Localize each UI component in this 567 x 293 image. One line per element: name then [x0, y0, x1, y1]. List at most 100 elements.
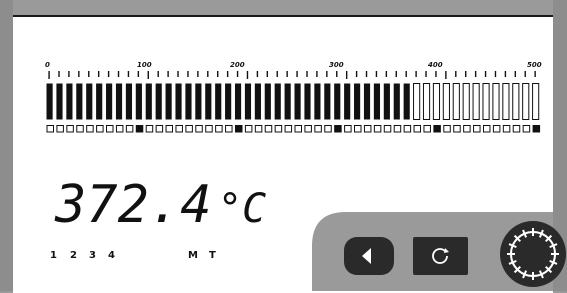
indicator-square: [373, 125, 382, 133]
bar-segment-empty: [502, 83, 510, 120]
back-button[interactable]: [344, 237, 394, 275]
scale-tick: [494, 71, 497, 77]
temperature-reading: 372.4: [54, 175, 212, 235]
bar-segment-filled: [165, 83, 172, 120]
indicator-square: [125, 125, 134, 133]
scale-tick: [326, 71, 328, 77]
bar-segment-empty: [452, 83, 460, 120]
scale-tick: [48, 71, 50, 79]
indicator-square: [473, 125, 481, 133]
bar-segment-filled: [175, 83, 182, 120]
indicator-square: [205, 125, 213, 133]
bar-segment-empty: [522, 83, 530, 120]
scale-tick: [246, 71, 249, 79]
channel-label-4: 4: [108, 250, 115, 261]
bar-segment-filled: [403, 83, 410, 120]
scale-tick: [474, 71, 477, 77]
scale-tick: [534, 71, 536, 77]
indicator-square: [522, 125, 531, 133]
scale-tick: [177, 71, 179, 77]
bar-segment-filled: [324, 83, 331, 120]
refresh-button[interactable]: [413, 237, 468, 275]
scale-tick: [286, 71, 288, 77]
indicator-square: [86, 125, 94, 133]
bar-segment-filled: [334, 83, 341, 120]
scale-tick: [217, 71, 219, 77]
indicator-square: [354, 125, 362, 133]
bar-segment-filled: [215, 83, 222, 120]
scale-tick: [167, 71, 169, 77]
scale-label-100: 100: [137, 61, 152, 69]
indicator-square: [383, 125, 392, 133]
channel-label-3: 3: [89, 250, 96, 261]
bar-segment-empty: [442, 83, 450, 120]
bar-segment-filled: [86, 83, 93, 120]
channel-label-1: 1: [50, 250, 57, 261]
bar-segment-filled: [125, 83, 133, 120]
bar-segment-empty: [472, 83, 480, 120]
bar-segment-empty: [482, 83, 490, 120]
bar-segment-empty: [462, 83, 470, 120]
bargraph: [46, 83, 540, 120]
bar-segment-filled: [155, 83, 162, 120]
scale-tick: [455, 71, 457, 77]
indicator-square: [195, 125, 203, 133]
indicator-square-marked: [234, 125, 243, 133]
indicator-square: [463, 125, 471, 133]
scale-label-200: 200: [230, 61, 245, 69]
scale-tick: [236, 71, 239, 77]
scale-tick: [524, 71, 526, 77]
scale-tick: [445, 71, 447, 79]
bar-segment-filled: [314, 83, 321, 120]
bar-segment-filled: [264, 83, 271, 120]
bar-segment-filled: [185, 83, 192, 120]
channel-label-m: M: [188, 250, 198, 261]
scale-tick: [345, 71, 348, 79]
scale-tick: [68, 71, 70, 77]
scale-tick: [276, 71, 278, 77]
scale-ticks: [48, 71, 536, 79]
scale-tick: [97, 71, 100, 77]
scale-tick: [117, 71, 120, 77]
bar-segment-filled: [145, 83, 152, 120]
scale-tick: [355, 71, 358, 77]
indicator-square: [403, 125, 412, 133]
indicator-square: [264, 125, 273, 133]
bar-segment-empty: [432, 83, 441, 120]
bar-segment-filled: [254, 83, 261, 120]
indicator-square: [46, 125, 54, 133]
scale-tick: [207, 71, 209, 77]
indicator-square: [215, 125, 223, 133]
scale-label-300: 300: [329, 61, 344, 69]
indicator-square-marked: [135, 125, 144, 133]
scale-tick: [256, 71, 259, 77]
bar-segment-filled: [96, 83, 103, 120]
scale-tick: [425, 71, 427, 77]
bar-segment-filled: [344, 83, 351, 120]
scale-tick: [514, 71, 517, 77]
scale-tick: [405, 71, 407, 77]
scale-tick: [88, 71, 90, 77]
bar-segment-empty: [532, 83, 540, 120]
scale-tick: [107, 71, 110, 77]
dial-control[interactable]: [500, 221, 566, 287]
indicator-square: [254, 125, 263, 133]
scale-label-400: 400: [428, 61, 443, 69]
bar-segment-filled: [106, 83, 113, 120]
bar-segment-filled: [225, 83, 232, 120]
bar-segment-filled: [363, 83, 371, 120]
scale-label-0: 0: [45, 61, 50, 69]
indicator-square: [294, 125, 302, 133]
bar-segment-filled: [195, 83, 202, 120]
indicator-square: [225, 125, 233, 133]
bar-segment-empty: [413, 83, 421, 120]
bar-segment-filled: [205, 83, 212, 120]
indicator-square: [175, 125, 183, 133]
indicator-square: [185, 125, 193, 133]
indicator-square-marked: [433, 125, 441, 133]
channel-label-t: T: [209, 250, 216, 261]
indicator-square: [304, 125, 312, 133]
bar-segment-empty: [512, 83, 520, 120]
channel-label-2: 2: [70, 250, 77, 261]
scale-tick: [484, 71, 487, 77]
